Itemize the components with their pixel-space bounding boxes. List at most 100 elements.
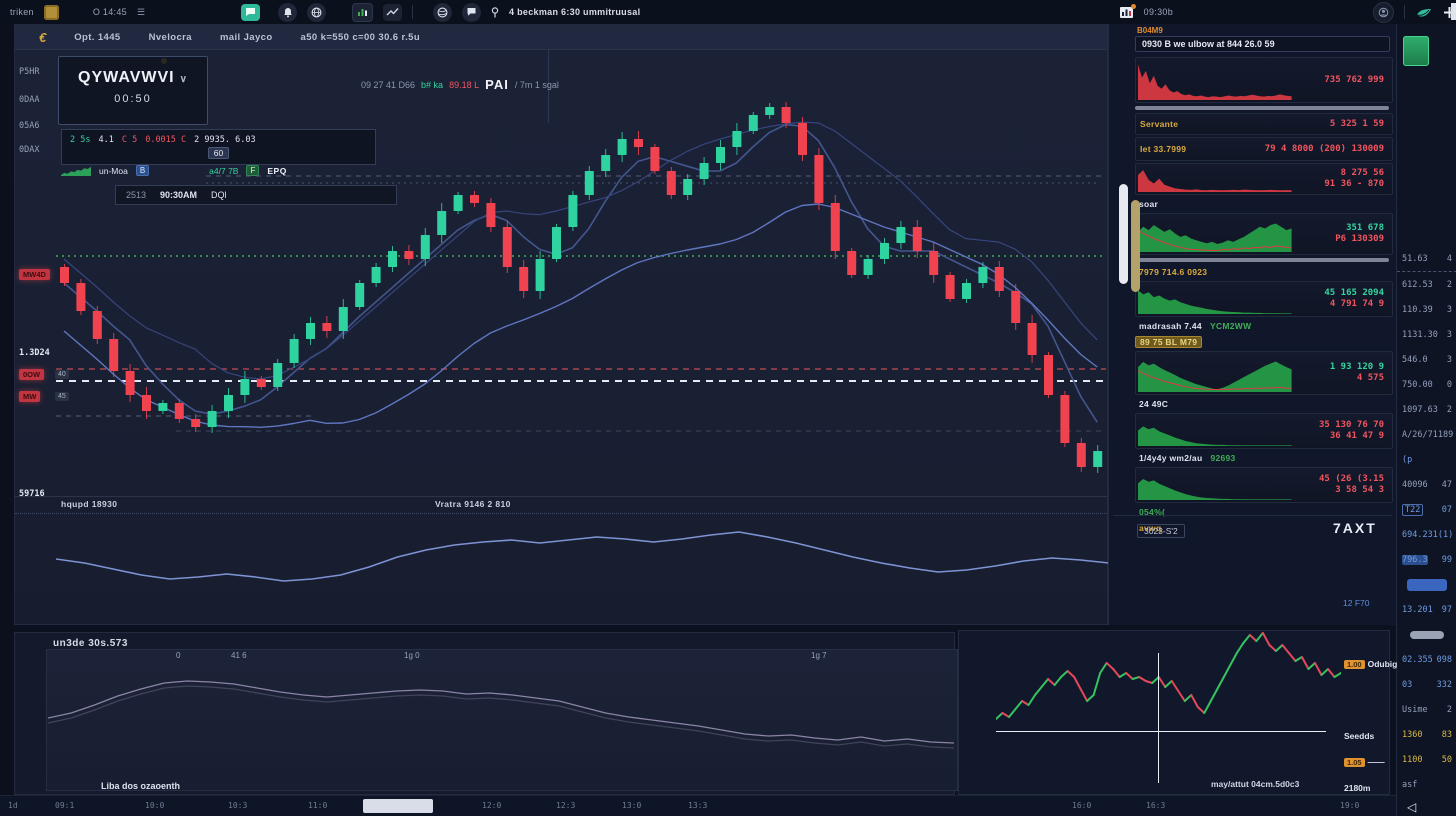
chevron-down-icon[interactable]: ∨ [180,74,188,85]
watchlist-row[interactable]: madrasah 7.44YCM2WW [1135,319,1393,333]
pin-icon[interactable] [491,7,499,18]
globe-icon[interactable] [307,3,326,22]
mini-chart-annotation[interactable]: 1.05—— [1344,757,1385,767]
quote-value: 1097.63 [1402,405,1438,415]
mini-slider[interactable] [1410,631,1444,639]
scrollbar-thumb-white[interactable] [1119,184,1128,284]
watchlist-chart-row[interactable]: 8 275 5691 36 - 870 [1135,163,1393,195]
quote-sub-value: 07 [1442,505,1452,515]
annotation-text: Odubig [1368,659,1398,669]
watchlist-chart-row[interactable]: 35 130 76 7036 41 47 9 [1135,413,1393,449]
green-app-tile[interactable] [1403,36,1429,66]
filter-icon[interactable]: ☰ [137,7,145,18]
quote-row[interactable]: 546.03 [1397,347,1456,372]
menu-item-2[interactable]: Nvelocra [149,32,192,43]
watchlist-sidebar: B04M9 0930 B we ulbow at 844 26.0 59 735… [1108,24,1396,625]
quote-row[interactable]: 4009647 [1397,472,1456,497]
leaf-swoosh-icon[interactable] [1415,5,1433,19]
quote-row[interactable]: asf [1397,772,1456,797]
sidebar-footer-link[interactable]: 12 F70 [1343,598,1369,608]
watchlist-chart-row[interactable]: 45 165 20944 791 74 9 [1135,281,1393,317]
quote-row[interactable]: 110050 [1397,747,1456,772]
row-values: 1 93 120 94 575 [1330,362,1392,384]
watchlist-row[interactable]: 89 75 BL M79 [1135,335,1393,349]
mini-chart-icon[interactable] [352,3,373,22]
watchlist-row[interactable]: Servante5 325 1 59 [1135,113,1393,135]
quote-value: T22 [1402,504,1423,516]
pane-divider[interactable] [15,496,1107,497]
watchlist-chart-row[interactable]: 45 (26 (3.153 58 54 3 [1135,467,1393,503]
quote-row[interactable]: 1131.303 [1397,322,1456,347]
bell-icon[interactable] [278,3,297,22]
row-area-sparkline [1138,354,1292,392]
world-icon[interactable] [433,3,452,22]
trend-arrow-icon[interactable] [383,4,402,21]
watchlist-chart-row[interactable]: 735 762 999 [1135,57,1393,103]
price-alert-badge[interactable]: MW [19,391,40,402]
quote-value: 796.3 [1402,555,1428,565]
quote-row[interactable]: 51.634 [1397,246,1456,272]
quote-row[interactable]: (p [1397,447,1456,472]
main-chart-panel: € Opt. 1445 Nvelocra mail Jayco a50 k=55… [14,24,1108,625]
quote-row[interactable]: 750.000 [1397,372,1456,397]
account-icon[interactable] [1373,2,1394,23]
time-axis: 1d09:110:010:311:012:012:313:013:316:016… [0,795,1396,816]
apps-grid-icon[interactable] [44,5,59,20]
quote-row[interactable] [1397,572,1456,597]
time-tick-label: 11:0 [308,801,327,810]
quote-row[interactable]: 612.532 [1397,272,1456,297]
quote-row[interactable]: 03332 [1397,672,1456,697]
row-label: madrasah 7.44 [1135,320,1206,332]
sidebar-divider [1135,106,1389,110]
bottom-right-caption: may/attut 04cm.5d0c3 [1211,779,1299,789]
price-badge: 1.00 [1344,660,1365,669]
mini-chart-annotation[interactable]: 1.00Odubig [1344,659,1397,669]
watchlist-chart-row[interactable]: 351 678P6 130309 [1135,213,1393,255]
quote-row[interactable]: 694.231(1) [1397,522,1456,547]
collapse-left-icon[interactable]: ◁ [1407,800,1416,814]
quote-row[interactable]: 1097.63 2 [1397,397,1456,422]
chat-icon[interactable] [241,4,260,21]
quote-row[interactable] [1397,622,1456,647]
message-icon[interactable] [462,3,481,22]
quote-row[interactable]: 02.355098 [1397,647,1456,672]
menu-item-3[interactable]: mail Jayco [220,32,273,43]
quote-value: asf [1402,780,1417,790]
row-sublabel: YCM2WW [1206,320,1255,332]
quote-row[interactable]: A/26/71189 [1397,422,1456,447]
watchlist-row[interactable]: 24 49C [1135,397,1393,411]
plot-tick-label: 1g 7 [811,651,827,660]
watchlist-chart-row[interactable]: 1 93 120 94 575 [1135,351,1393,395]
watchlist-row[interactable]: 054%( [1135,505,1393,519]
quote-row[interactable]: T22 07 [1397,497,1456,522]
watchlist-row[interactable]: Iet 33.799979 4 8000 (200) 130009 [1135,137,1393,161]
quote-row[interactable]: 13.20197 [1397,597,1456,622]
bottom-right-panel: 1.00OdubigSeedds1.05——2180m may/attut 04… [958,630,1390,795]
quote-sub-value: 3 [1447,305,1452,315]
candlestick-chart[interactable] [56,91,1109,491]
price-alert-badge[interactable]: MW4D [19,269,50,280]
watchlist-row[interactable]: soar [1135,197,1393,211]
quote-sub-value: 2 [1447,405,1452,415]
indicator-pane-chart[interactable] [56,517,1109,621]
quote-row[interactable]: 136083 [1397,722,1456,747]
action-button[interactable] [1407,579,1447,591]
quote-row[interactable]: 110.393 [1397,297,1456,322]
watchlist-row[interactable]: 7979 714.6 0923 [1135,265,1393,279]
menu-item-1[interactable]: Opt. 1445 [74,32,120,43]
quote-row[interactable]: 796.399 [1397,547,1456,572]
horizontal-scrollbar-thumb[interactable] [363,799,433,813]
price-alert-badge[interactable]: 0OW [19,369,44,380]
mini-chart-annotation[interactable]: Seedds [1344,731,1374,741]
window-edge-handle[interactable] [1451,3,1456,20]
watchlist-row[interactable]: 1/4y4y wm2/au92693 [1135,451,1393,465]
quote-row[interactable]: Usime2 [1397,697,1456,722]
scrollbar-thumb-khaki[interactable] [1131,200,1140,292]
menu-item-4[interactable]: a50 k=550 c=00 30.6 r.5u [301,32,420,43]
stats-icon[interactable] [1119,6,1134,19]
time-tick-label: 19:0 [1340,801,1359,810]
mini-chart-annotation[interactable]: 2180m [1344,783,1370,793]
sidebar-headline[interactable]: 0930 B we ulbow at 844 26.0 59 [1135,36,1390,52]
sidebar-footer-box[interactable]: 3023-S'2 [1137,524,1185,538]
quote-value: 1360 [1402,730,1422,740]
